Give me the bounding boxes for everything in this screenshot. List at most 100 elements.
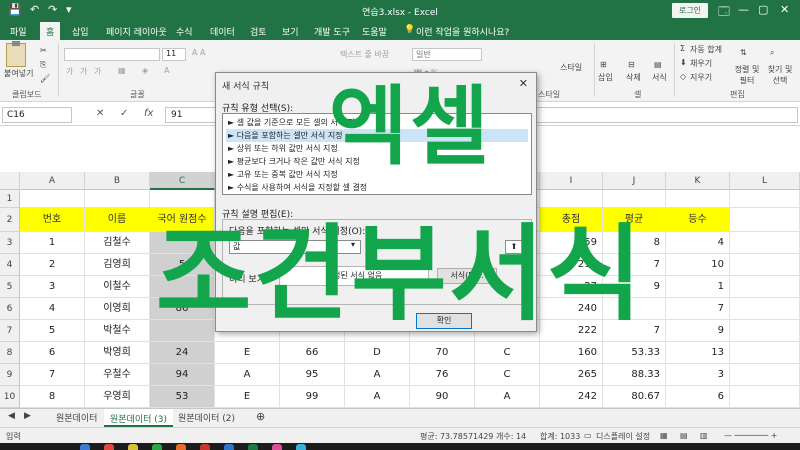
copy-icon[interactable]: ⎘ (40, 60, 46, 70)
normal-view-icon[interactable]: ▦ (660, 431, 668, 440)
taskbar-app-icon[interactable] (104, 444, 114, 450)
cell-a6[interactable]: 4 (20, 298, 85, 320)
cell-l6[interactable] (730, 298, 800, 320)
cell-i1[interactable] (540, 190, 603, 208)
rule-type-item[interactable]: ► 수식을 사용하여 서식을 지정할 셀 결정 (226, 181, 528, 194)
row-header[interactable]: 4 (0, 254, 20, 276)
cell-styles-button[interactable]: 스타일 (560, 62, 582, 73)
taskbar-app-icon[interactable] (176, 444, 186, 450)
row-header[interactable]: 2 (0, 208, 20, 232)
column-header[interactable]: L (730, 172, 800, 190)
taskbar-app-icon[interactable] (296, 444, 306, 450)
cancel-icon[interactable]: ✕ (96, 108, 104, 119)
autosum-button[interactable]: 자동 합계 (690, 44, 722, 55)
cell-l2[interactable] (730, 208, 800, 232)
cell-a4[interactable]: 2 (20, 254, 85, 276)
cell-j9[interactable]: 88.33 (603, 364, 666, 386)
sigma-icon[interactable]: Σ (680, 44, 685, 53)
underline-icon[interactable]: 가 (94, 66, 101, 77)
delete-cells-icon[interactable]: ⊟ (628, 60, 635, 69)
cell-g10[interactable]: 90 (410, 386, 475, 408)
cell-a9[interactable]: 7 (20, 364, 85, 386)
font-color-icon[interactable]: A (164, 66, 169, 75)
cut-icon[interactable]: ✂ (40, 46, 47, 55)
tab-help[interactable]: 도움말 (362, 25, 387, 38)
select-all-corner[interactable] (0, 172, 20, 190)
column-header[interactable]: J (603, 172, 666, 190)
cell-j1[interactable] (603, 190, 666, 208)
format-cells-icon[interactable]: ▤ (654, 60, 662, 69)
tab-formulas[interactable]: 수식 (176, 25, 193, 38)
cell-a2[interactable]: 번호 (20, 208, 85, 232)
insert-function-icon[interactable]: fx (144, 108, 153, 119)
cell-g9[interactable]: 76 (410, 364, 475, 386)
find-select-button[interactable]: 찾기 및 선택 (764, 64, 796, 86)
maximize-icon[interactable]: ▢ (758, 3, 768, 16)
grow-font-icon[interactable]: A A (192, 48, 206, 57)
row-header[interactable]: 3 (0, 232, 20, 254)
eraser-icon[interactable]: ◇ (680, 72, 686, 81)
column-header[interactable]: C (150, 172, 215, 190)
cell-k5[interactable]: 1 (666, 276, 730, 298)
taskbar-app-icon[interactable] (248, 444, 258, 450)
cell-i9[interactable]: 265 (540, 364, 603, 386)
tab-insert[interactable]: 삽입 (72, 25, 89, 38)
page-layout-view-icon[interactable]: ▤ (680, 431, 688, 440)
cell-d10[interactable]: E (215, 386, 280, 408)
cell-d8[interactable]: E (215, 342, 280, 364)
cell-c9[interactable]: 94 (150, 364, 215, 386)
cell-h10[interactable]: A (475, 386, 540, 408)
cell-g8[interactable]: 70 (410, 342, 475, 364)
taskbar-app-icon[interactable] (272, 444, 282, 450)
borders-icon[interactable]: ▦ (118, 66, 126, 75)
insert-cells-icon[interactable]: ⊞ (600, 60, 607, 69)
cell-l9[interactable] (730, 364, 800, 386)
row-header[interactable]: 5 (0, 276, 20, 298)
paste-button[interactable]: 붙여넣기 (4, 68, 33, 79)
cell-k6[interactable]: 7 (666, 298, 730, 320)
row-header[interactable]: 9 (0, 364, 20, 386)
cell-f8[interactable]: D (345, 342, 410, 364)
cell-a10[interactable]: 8 (20, 386, 85, 408)
cell-e8[interactable]: 66 (280, 342, 345, 364)
tell-me-search[interactable]: 이런 작업을 원하시나요? (416, 25, 509, 38)
cell-a3[interactable]: 1 (20, 232, 85, 254)
taskbar-app-icon[interactable] (200, 444, 210, 450)
cell-b1[interactable] (85, 190, 150, 208)
tab-review[interactable]: 검토 (250, 25, 267, 38)
cell-i8[interactable]: 160 (540, 342, 603, 364)
ribbon-display-icon[interactable]: 🗔 (718, 3, 730, 22)
fill-button[interactable]: 채우기 (690, 58, 712, 69)
cell-c10[interactable]: 53 (150, 386, 215, 408)
delete-cells-button[interactable]: 삭제 (626, 72, 641, 83)
find-icon[interactable]: ⌕ (770, 48, 774, 58)
row-header[interactable]: 10 (0, 386, 20, 408)
cell-k10[interactable]: 6 (666, 386, 730, 408)
cell-a8[interactable]: 6 (20, 342, 85, 364)
taskbar-app-icon[interactable] (128, 444, 138, 450)
format-painter-icon[interactable]: 🖌 (40, 74, 50, 83)
cell-j8[interactable]: 53.33 (603, 342, 666, 364)
tab-view[interactable]: 보기 (282, 25, 299, 38)
cell-c8[interactable]: 24 (150, 342, 215, 364)
cell-d9[interactable]: A (215, 364, 280, 386)
minimize-icon[interactable]: — (738, 3, 749, 16)
sort-filter-button[interactable]: 정렬 및 필터 (732, 64, 762, 86)
column-header[interactable]: I (540, 172, 603, 190)
sheet-prev-icon[interactable]: ◀ (8, 411, 15, 421)
cell-k3[interactable]: 4 (666, 232, 730, 254)
login-button[interactable]: 로그인 (672, 3, 708, 18)
cell-f9[interactable]: A (345, 364, 410, 386)
sheet-tab-active[interactable]: 원본데이터 (3) (104, 409, 174, 427)
column-header[interactable]: K (666, 172, 730, 190)
number-format-select[interactable]: 일반 (412, 48, 482, 61)
tab-home[interactable]: 홈 (40, 22, 61, 40)
add-sheet-icon[interactable]: ⊕ (256, 410, 265, 423)
row-header[interactable]: 1 (0, 190, 20, 208)
bold-icon[interactable]: 가 (66, 66, 73, 77)
tab-data[interactable]: 데이터 (210, 25, 235, 38)
cell-h8[interactable]: C (475, 342, 540, 364)
format-cells-button[interactable]: 서식 (652, 72, 667, 83)
clipboard-icon[interactable] (6, 41, 26, 67)
page-break-view-icon[interactable]: ▥ (700, 431, 708, 440)
